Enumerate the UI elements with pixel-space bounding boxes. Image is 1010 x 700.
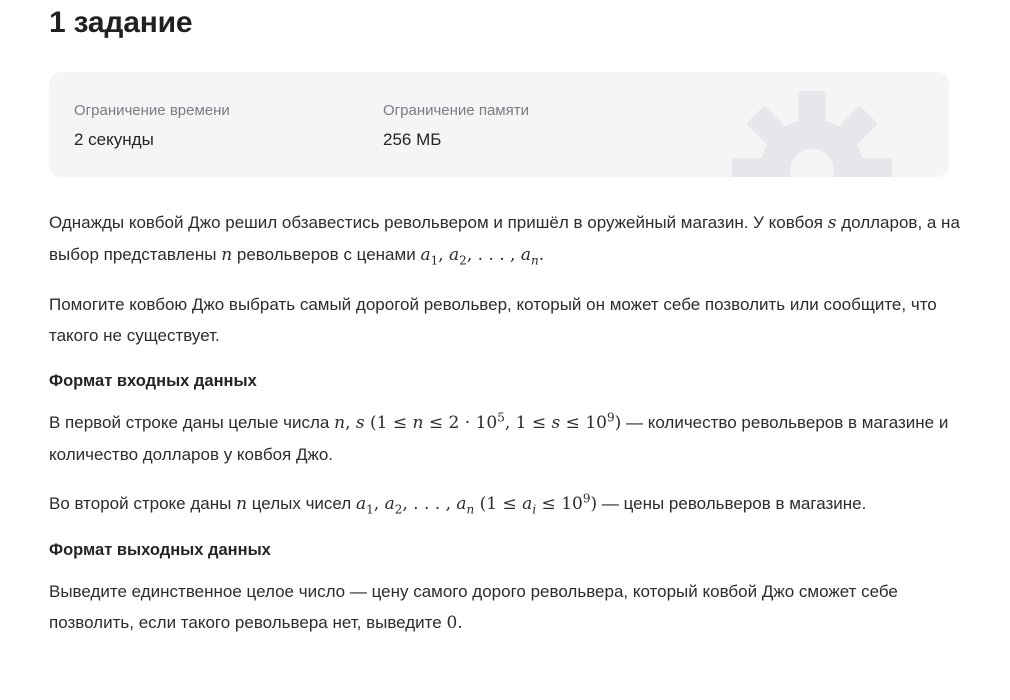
- limits-panel: Ограничение времени 2 секунды Ограничени…: [49, 72, 949, 177]
- gear-icon: [732, 91, 892, 177]
- memory-limit-label: Ограничение памяти: [383, 102, 529, 119]
- output-format-heading: Формат выходных данных: [49, 541, 271, 559]
- input-paragraph-2: Во второй строке даны n целых чисел a1, …: [49, 491, 867, 517]
- input-format-heading: Формат входных данных: [49, 372, 257, 390]
- input-paragraph-1: В первой строке даны целые числа n, s (1…: [49, 410, 949, 464]
- math-input-constraints: n, s (1 ≤ n ≤ 2 · 105, 1 ≤ s ≤ 109): [334, 410, 622, 433]
- problem-text: Однажды ковбой Джо решил обзавестись рев…: [49, 207, 969, 657]
- math-price-constraints: a1, a2, . . . , an (1 ≤ ai ≤ 109): [355, 491, 598, 517]
- statement-paragraph-1: Однажды ковбой Джо решил обзавестись рев…: [49, 213, 960, 268]
- math-n: n: [221, 245, 233, 265]
- memory-limit-value: 256 МБ: [383, 130, 442, 149]
- statement-paragraph-2: Помогите ковбою Джо выбрать самый дорого…: [49, 295, 937, 345]
- output-paragraph-1: Выведите единственное целое число — цену…: [49, 582, 898, 633]
- math-s: s: [827, 213, 837, 233]
- math-prices: a1, a2, . . . , an.: [420, 245, 545, 268]
- problem-page: 1 задание Ограничение времени 2 секунды …: [0, 0, 1010, 700]
- time-limit-label: Ограничение времени: [74, 102, 230, 119]
- time-limit-value: 2 секунды: [74, 130, 154, 149]
- math-n-2: n: [236, 494, 248, 514]
- memory-limit: Ограничение памяти 256 МБ: [383, 102, 529, 150]
- page-title: 1 задание: [49, 6, 193, 39]
- time-limit: Ограничение времени 2 секунды: [74, 102, 230, 150]
- math-zero: 0.: [446, 613, 463, 633]
